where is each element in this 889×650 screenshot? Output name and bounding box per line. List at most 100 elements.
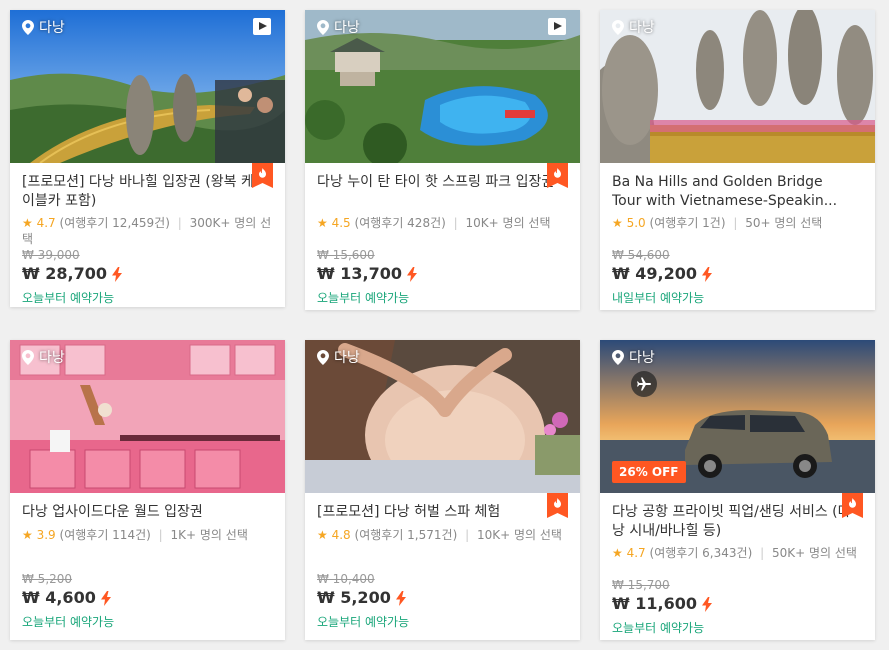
- price-row: ₩ 11,600: [612, 593, 863, 615]
- original-price: ₩ 54,600: [612, 248, 670, 262]
- fire-icon: [252, 163, 273, 188]
- booked-count: 10K+ 명의 선택: [465, 216, 551, 230]
- sale-price: ₩ 4,600: [22, 588, 96, 607]
- star-icon: ★: [612, 546, 623, 560]
- product-title[interactable]: 다낭 누이 탄 타이 핫 스프링 파크 입장권: [317, 173, 568, 211]
- product-meta: ★ 4.8 (여행후기 1,571건) | 10K+ 명의 선택: [317, 527, 568, 572]
- rating: 4.7: [36, 216, 56, 230]
- rating: 4.7: [626, 546, 646, 560]
- lightning-icon: [396, 591, 406, 606]
- availability: 오늘부터 예약가능: [317, 291, 410, 305]
- product-title[interactable]: [프로모션] 다낭 바나힐 입장권 (왕복 케이블카 포함): [22, 173, 273, 211]
- rating: 3.9: [36, 528, 56, 542]
- star-icon: ★: [22, 528, 33, 542]
- discount-badge: 26% OFF: [612, 461, 686, 483]
- original-price: ₩ 15,700: [612, 578, 670, 592]
- product-card[interactable]: 다낭 [프로모션] 다낭 허벌 스파 체험 ★ 4.8 (여행후기 1,571건…: [305, 340, 580, 640]
- availability: 오늘부터 예약가능: [22, 615, 115, 629]
- product-meta: ★ 4.5 (여행후기 428건) | 10K+ 명의 선택: [317, 215, 568, 248]
- review-count: (여행후기 114건): [59, 528, 151, 542]
- product-title[interactable]: Ba Na Hills and Golden Bridge Tour with …: [612, 173, 863, 211]
- product-meta: ★ 5.0 (여행후기 1건) | 50+ 명의 선택: [612, 215, 863, 248]
- lightning-icon: [112, 267, 122, 282]
- booked-count: 1K+ 명의 선택: [170, 528, 248, 542]
- sale-price: ₩ 49,200: [612, 264, 697, 283]
- map-pin-icon: [317, 350, 329, 365]
- product-image[interactable]: 다낭: [305, 10, 580, 163]
- booked-count: 10K+ 명의 선택: [476, 528, 562, 542]
- location-label: 다낭: [334, 350, 360, 366]
- review-count: (여행후기 1건): [649, 216, 726, 230]
- review-count: (여행후기 6,343건): [649, 546, 753, 560]
- price-row: ₩ 49,200: [612, 263, 863, 285]
- booked-count: 50+ 명의 선택: [745, 216, 823, 230]
- meta-divider: |: [453, 216, 458, 230]
- sale-price: ₩ 13,700: [317, 264, 402, 283]
- product-card[interactable]: 다낭 [프로모션] 다낭 바나힐 입장권 (왕복 케이블카 포함) ★ 4.7 …: [10, 10, 285, 307]
- product-title[interactable]: 다낭 공항 프라이빗 픽업/샌딩 서비스 (다낭 시내/바나힐 등): [612, 503, 863, 541]
- product-image[interactable]: 다낭: [10, 340, 285, 493]
- lightning-icon: [702, 597, 712, 612]
- price-row: ₩ 4,600: [22, 587, 273, 609]
- airplane-icon: [631, 371, 657, 397]
- location-label: 다낭: [629, 350, 655, 366]
- location-tag: 다낭: [22, 17, 65, 37]
- map-pin-icon: [317, 20, 329, 35]
- original-price: ₩ 15,600: [317, 248, 375, 262]
- location-tag: 다낭: [22, 347, 65, 367]
- meta-divider: |: [760, 546, 765, 560]
- location-tag: 다낭: [317, 17, 360, 37]
- availability: 오늘부터 예약가능: [612, 621, 705, 635]
- map-pin-icon: [22, 350, 34, 365]
- product-image[interactable]: 다낭 26% OFF: [600, 340, 875, 493]
- review-count: (여행후기 12,459건): [59, 216, 170, 230]
- map-pin-icon: [612, 20, 624, 35]
- location-label: 다낭: [39, 20, 65, 36]
- product-image[interactable]: 다낭: [10, 10, 285, 163]
- original-price: ₩ 39,000: [22, 248, 80, 262]
- location-tag: 다낭: [317, 347, 360, 367]
- original-price: ₩ 5,200: [22, 572, 73, 586]
- meta-divider: |: [177, 216, 182, 230]
- sale-price: ₩ 5,200: [317, 588, 391, 607]
- play-icon[interactable]: [253, 18, 271, 35]
- meta-divider: |: [733, 216, 738, 230]
- availability: 내일부터 예약가능: [612, 291, 705, 305]
- product-image[interactable]: 다낭: [600, 10, 875, 163]
- lightning-icon: [407, 267, 417, 282]
- sale-price: ₩ 28,700: [22, 264, 107, 283]
- play-icon[interactable]: [548, 18, 566, 35]
- price-row: ₩ 28,700: [22, 263, 273, 285]
- product-meta: ★ 4.7 (여행후기 6,343건) | 50K+ 명의 선택: [612, 545, 863, 578]
- meta-divider: |: [465, 528, 470, 542]
- price-row: ₩ 13,700: [317, 263, 568, 285]
- price-row: ₩ 5,200: [317, 587, 568, 609]
- product-image[interactable]: 다낭: [305, 340, 580, 493]
- star-icon: ★: [22, 216, 33, 230]
- star-icon: ★: [317, 528, 328, 542]
- location-tag: 다낭: [612, 17, 655, 37]
- lightning-icon: [702, 267, 712, 282]
- rating: 4.5: [331, 216, 351, 230]
- booked-count: 50K+ 명의 선택: [771, 546, 857, 560]
- product-card[interactable]: 다낭 다낭 누이 탄 타이 핫 스프링 파크 입장권 ★ 4.5 (여행후기 4…: [305, 10, 580, 310]
- rating: 4.8: [331, 528, 351, 542]
- fire-icon: [547, 493, 568, 518]
- location-label: 다낭: [629, 20, 655, 36]
- review-count: (여행후기 428건): [354, 216, 446, 230]
- review-count: (여행후기 1,571건): [354, 528, 458, 542]
- original-price: ₩ 10,400: [317, 572, 375, 586]
- product-meta: ★ 3.9 (여행후기 114건) | 1K+ 명의 선택: [22, 527, 273, 572]
- location-label: 다낭: [39, 350, 65, 366]
- map-pin-icon: [22, 20, 34, 35]
- availability: 오늘부터 예약가능: [22, 291, 115, 305]
- map-pin-icon: [612, 350, 624, 365]
- fire-icon: [547, 163, 568, 188]
- location-label: 다낭: [334, 20, 360, 36]
- product-card[interactable]: 다낭 다낭 업사이드다운 월드 입장권 ★ 3.9 (여행후기 114건) | …: [10, 340, 285, 640]
- lightning-icon: [101, 591, 111, 606]
- meta-divider: |: [158, 528, 163, 542]
- product-card[interactable]: 다낭 26% OFF 다낭 공항 프라이빗 픽업/샌딩 서비스 (다낭 시내/바…: [600, 340, 875, 640]
- availability: 오늘부터 예약가능: [317, 615, 410, 629]
- product-card[interactable]: 다낭 Ba Na Hills and Golden Bridge Tour wi…: [600, 10, 875, 310]
